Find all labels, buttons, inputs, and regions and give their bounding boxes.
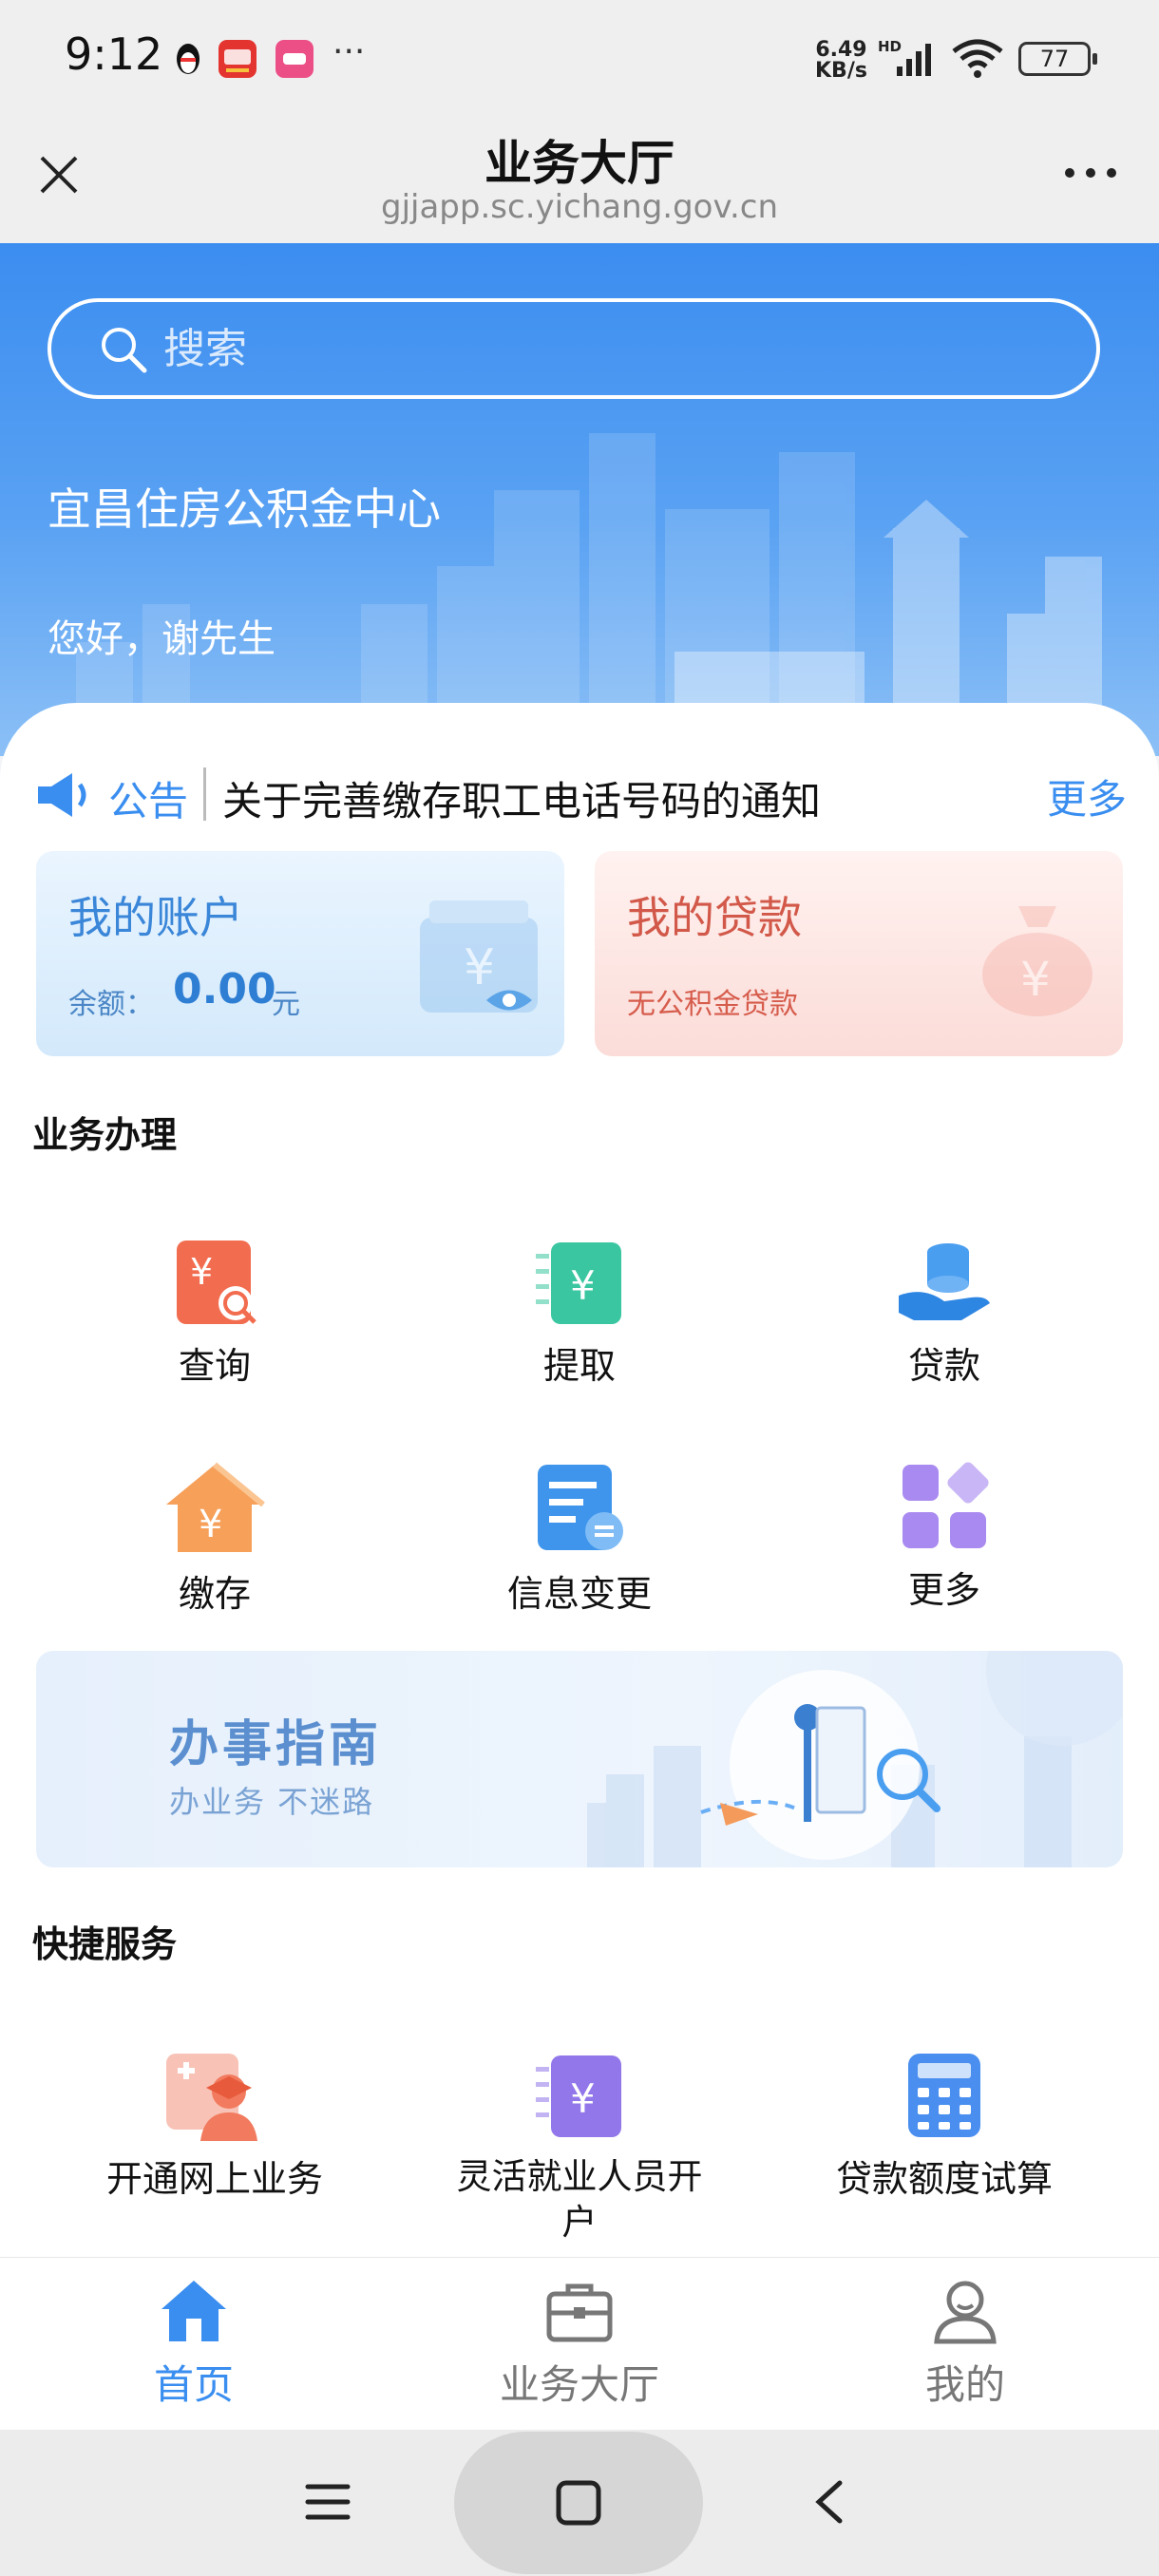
bottom-nav: 首页 业务大厅 我的 bbox=[0, 2257, 1159, 2430]
service-guide-banner[interactable]: 办事指南 办业务 不迷路 bbox=[36, 1651, 1123, 1867]
briefcase-icon bbox=[543, 2283, 616, 2349]
open-online-icon bbox=[82, 2050, 348, 2145]
notice-divider bbox=[203, 767, 206, 821]
notice-more-link[interactable]: 更多 bbox=[1047, 767, 1127, 825]
network-badge: HD bbox=[878, 38, 902, 55]
svg-text:¥: ¥ bbox=[570, 1262, 596, 1309]
wifi-icon bbox=[950, 38, 1005, 84]
account-title: 我的账户 bbox=[68, 892, 243, 943]
greeting: 您好，谢先生 bbox=[48, 617, 276, 661]
status-bar: 9:12 ··· 6.49 KB/s HD 77 bbox=[0, 0, 1159, 114]
quick-item-open-online[interactable]: 开通网上业务 bbox=[82, 2050, 348, 2204]
nav-label: 我的 bbox=[924, 2361, 1005, 2408]
status-time: 9:12 bbox=[65, 28, 163, 80]
nav-tab-home[interactable]: 首页 bbox=[51, 2277, 336, 2411]
title-bar: 业务大厅 gjjapp.sc.yichang.gov.cn bbox=[0, 114, 1159, 243]
more-options-icon[interactable] bbox=[1060, 161, 1121, 184]
my-account-card[interactable]: ¥ 我的账户 余额： 0.00 元 bbox=[36, 851, 564, 1056]
page-url: gjjapp.sc.yichang.gov.cn bbox=[381, 188, 778, 226]
calculator-icon bbox=[811, 2050, 1077, 2145]
withdraw-icon: ¥ bbox=[446, 1237, 712, 1332]
section-business-title: 业务办理 bbox=[32, 1114, 178, 1156]
search-input[interactable] bbox=[163, 319, 1018, 378]
balance-value: 0.00 bbox=[173, 965, 276, 1013]
pink-app-icon bbox=[276, 40, 314, 78]
business-item-more[interactable]: 更多 bbox=[811, 1461, 1077, 1615]
guide-subtitle: 办业务 不迷路 bbox=[169, 1784, 375, 1820]
business-item-label: 缴存 bbox=[178, 1573, 251, 1615]
money-bag-icon: ¥ bbox=[973, 897, 1102, 1024]
quick-item-label: 贷款额度试算 bbox=[835, 2158, 1053, 2200]
recents-menu-icon[interactable] bbox=[304, 2477, 352, 2530]
business-item-label: 信息变更 bbox=[506, 1573, 652, 1615]
business-item-label: 贷款 bbox=[907, 1345, 980, 1387]
business-item-deposit[interactable]: ¥ 缴存 bbox=[82, 1461, 348, 1619]
main-content: 公告 关于完善缴存职工电话号码的通知 更多 ¥ 我的账户 余额： 0.00 元 … bbox=[0, 703, 1159, 2257]
home-button[interactable] bbox=[454, 2432, 703, 2574]
notice-bar[interactable]: 公告 关于完善缴存职工电话号码的通知 更多 bbox=[34, 762, 1127, 828]
nav-label: 业务大厅 bbox=[499, 2361, 659, 2408]
quick-item-flexible-account[interactable]: ¥ 灵活就业人员开户 bbox=[446, 2050, 712, 2245]
business-item-info-change[interactable]: 信息变更 bbox=[446, 1461, 712, 1619]
page-title: 业务大厅 bbox=[484, 136, 674, 191]
search-bar[interactable] bbox=[48, 298, 1100, 399]
business-item-label: 提取 bbox=[542, 1345, 616, 1387]
svg-text:¥: ¥ bbox=[199, 1503, 222, 1546]
quick-item-label: 开通网上业务 bbox=[105, 2158, 323, 2200]
nav-label: 首页 bbox=[153, 2361, 234, 2408]
battery-indicator: 77 bbox=[1018, 42, 1097, 76]
my-loan-card[interactable]: ¥ 我的贷款 无公积金贷款 bbox=[595, 851, 1123, 1056]
back-icon[interactable] bbox=[809, 2477, 847, 2530]
loan-status: 无公积金贷款 bbox=[627, 988, 798, 1021]
notice-tag: 公告 bbox=[108, 778, 189, 824]
svg-text:¥: ¥ bbox=[570, 2075, 596, 2122]
business-item-label: 查询 bbox=[178, 1345, 251, 1387]
nav-tab-mine[interactable]: 我的 bbox=[823, 2277, 1108, 2411]
org-name: 宜昌住房公积金中心 bbox=[48, 483, 441, 535]
home-icon bbox=[158, 2281, 230, 2349]
notice-text[interactable]: 关于完善缴存职工电话号码的通知 bbox=[222, 769, 821, 827]
svg-text:¥: ¥ bbox=[190, 1251, 213, 1293]
speaker-icon bbox=[34, 769, 95, 824]
square-home-icon bbox=[556, 2480, 601, 2526]
quick-item-calculator[interactable]: 贷款额度试算 bbox=[811, 2050, 1077, 2204]
eye-icon[interactable] bbox=[484, 986, 534, 1018]
business-item-query[interactable]: ¥ 查询 bbox=[82, 1237, 348, 1391]
toutiao-app-icon bbox=[218, 40, 256, 78]
nav-tab-business-hall[interactable]: 业务大厅 bbox=[437, 2277, 722, 2411]
user-icon bbox=[929, 2281, 1001, 2349]
hero-banner: 宜昌住房公积金中心 您好，谢先生 bbox=[0, 243, 1159, 756]
system-nav-bar bbox=[0, 2430, 1159, 2576]
section-quick-title: 快捷服务 bbox=[32, 1923, 178, 1965]
more-grid-icon bbox=[811, 1461, 1077, 1556]
guide-title: 办事指南 bbox=[169, 1716, 383, 1773]
deposit-icon: ¥ bbox=[82, 1461, 348, 1560]
status-overflow: ··· bbox=[332, 32, 366, 71]
svg-text:¥: ¥ bbox=[1020, 952, 1051, 1007]
balance-label: 余额： bbox=[68, 988, 154, 1021]
qq-penguin-icon bbox=[169, 40, 207, 78]
search-icon bbox=[97, 323, 150, 380]
business-item-loan[interactable]: 贷款 bbox=[811, 1237, 1077, 1391]
net-speed: 6.49 KB/s bbox=[815, 38, 867, 83]
signal-icon: HD bbox=[878, 38, 939, 82]
business-item-withdraw[interactable]: ¥ 提取 bbox=[446, 1237, 712, 1391]
query-icon: ¥ bbox=[82, 1237, 348, 1332]
balance-unit: 元 bbox=[272, 988, 300, 1021]
info-change-icon bbox=[446, 1461, 712, 1560]
loan-icon bbox=[811, 1237, 1077, 1332]
flexible-account-icon: ¥ bbox=[446, 2050, 712, 2145]
loan-title: 我的贷款 bbox=[627, 892, 802, 943]
business-item-label: 更多 bbox=[907, 1569, 980, 1611]
quick-item-label: 灵活就业人员开户 bbox=[456, 2156, 703, 2243]
